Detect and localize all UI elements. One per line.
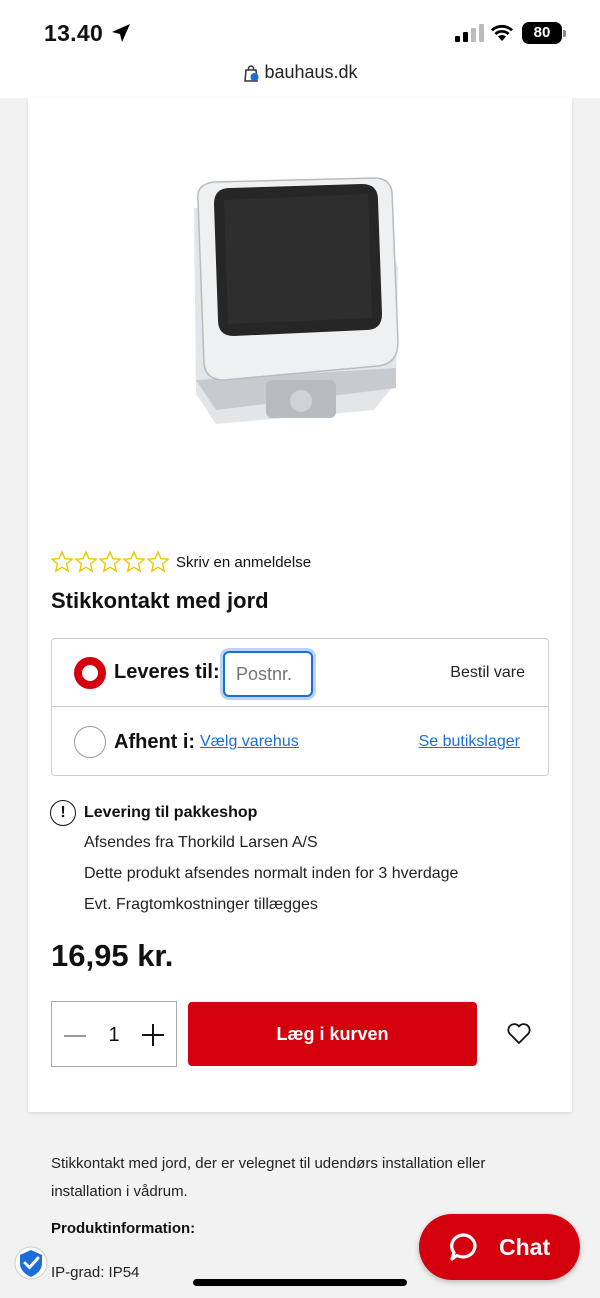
- shipping-line: Dette produkt afsendes normalt inden for…: [84, 865, 459, 882]
- wifi-icon: [491, 24, 513, 41]
- cellular-signal-icon: [455, 24, 484, 42]
- clock: 13.40: [44, 20, 104, 46]
- choose-store-link[interactable]: Vælg varehus: [200, 733, 299, 751]
- chat-button[interactable]: Chat: [419, 1214, 580, 1280]
- star-icon: [74, 550, 98, 573]
- product-info-heading: Produktinformation:: [51, 1220, 196, 1237]
- star-icon: [122, 550, 146, 573]
- order-status-text: Bestil vare: [450, 663, 525, 681]
- product-title: Stikkontakt med jord: [51, 588, 269, 613]
- delivery-options: Leveres til: Bestil vare Afhent i: Vælg …: [51, 638, 549, 776]
- deliver-label: Leveres til:: [114, 661, 220, 683]
- star-icon: [50, 550, 74, 573]
- product-card: Skriv en anmeldelse Stikkontakt med jord…: [28, 98, 572, 1112]
- chat-bubble-icon: [450, 1233, 477, 1261]
- trust-badge-icon[interactable]: [13, 1245, 49, 1281]
- delivery-option-ship[interactable]: Leveres til: Bestil vare: [52, 639, 548, 707]
- exclamation-icon: !: [50, 800, 76, 826]
- pickup-label: Afhent i:: [114, 730, 196, 753]
- star-icon: [146, 550, 170, 573]
- add-to-cart-button[interactable]: Læg i kurven: [188, 1002, 477, 1066]
- ip-grade: IP-grad: IP54: [51, 1264, 140, 1281]
- status-bar: 13.40 80: [0, 0, 600, 62]
- chat-label: Chat: [499, 1233, 551, 1260]
- shipping-line: Afsendes fra Thorkild Larsen A/S: [84, 834, 318, 851]
- increase-quantity-button[interactable]: [142, 1024, 164, 1046]
- product-price: 16,95 kr.: [51, 938, 174, 973]
- battery-indicator: 80: [522, 22, 566, 44]
- product-description: Stikkontakt med jord, der er velegnet ti…: [51, 1155, 486, 1200]
- rating-row: Skriv en anmeldelse: [50, 550, 311, 574]
- heart-icon[interactable]: [506, 1022, 532, 1046]
- address-bar[interactable]: bauhaus.dk: [0, 62, 600, 98]
- write-review-link[interactable]: Skriv en anmeldelse: [176, 554, 311, 571]
- shopping-bag-lock-icon: [244, 64, 259, 82]
- shipping-title: Levering til pakkeshop: [84, 804, 258, 821]
- ship-radio[interactable]: [74, 656, 106, 689]
- star-icon: [98, 550, 122, 573]
- home-indicator: [193, 1279, 407, 1286]
- postcode-input[interactable]: [223, 651, 313, 697]
- rating-stars: [50, 550, 170, 574]
- shipping-line: Evt. Fragtomkostninger tillægges: [84, 896, 318, 913]
- pickup-radio[interactable]: [74, 726, 106, 758]
- url-text: bauhaus.dk: [264, 62, 358, 82]
- delivery-option-pickup[interactable]: Afhent i: Vælg varehus Se butikslager: [52, 708, 548, 776]
- quantity-stepper: 1: [51, 1001, 177, 1067]
- location-arrow-icon: [112, 24, 130, 42]
- store-stock-link[interactable]: Se butikslager: [419, 733, 520, 751]
- product-image: [194, 177, 399, 424]
